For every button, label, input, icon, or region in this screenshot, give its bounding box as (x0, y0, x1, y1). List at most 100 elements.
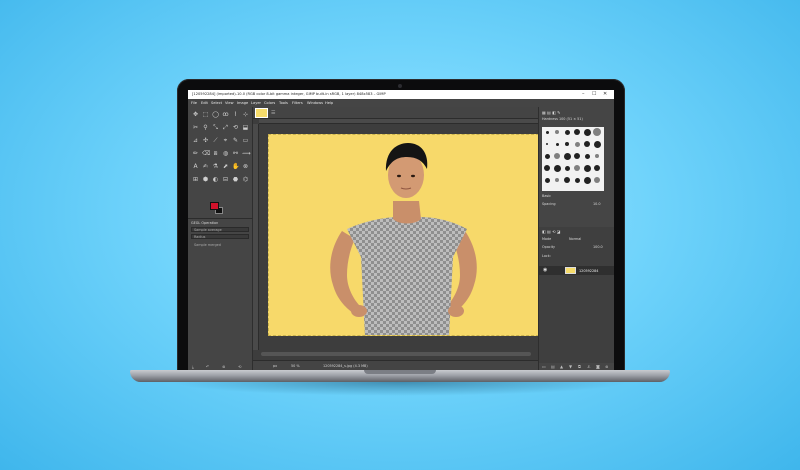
brush-preset-item[interactable] (554, 153, 560, 159)
tool-button[interactable]: ⬈ (222, 163, 229, 170)
duplicate-layer-icon[interactable]: ⧉ (578, 364, 581, 369)
raise-layer-icon[interactable]: ▲ (560, 364, 563, 369)
brush-preset-item[interactable] (594, 177, 600, 183)
tool-button[interactable]: ⊞ (192, 176, 199, 183)
new-layer-icon[interactable]: ▭ (542, 364, 546, 369)
menu-colors[interactable]: Colors (264, 101, 275, 105)
tool-button[interactable]: ⚲ (202, 124, 209, 131)
unit-selector[interactable]: px (273, 364, 277, 368)
brush-preset-item[interactable] (584, 153, 590, 159)
tool-button[interactable]: ⊟ (222, 176, 229, 183)
menu-tools[interactable]: Tools (279, 101, 288, 105)
sample-merged-label[interactable]: Sample merged (194, 243, 221, 247)
delete-layer-icon[interactable]: ⊗ (605, 364, 608, 369)
brush-preset-item[interactable] (593, 140, 601, 148)
menu-filters[interactable]: Filters (292, 101, 303, 105)
brush-preset-item[interactable] (544, 165, 550, 171)
tool-button[interactable]: ✋ (232, 163, 239, 170)
brush-preset-item[interactable] (564, 177, 570, 183)
brush-grid[interactable] (542, 127, 604, 191)
image-tab-thumbnail[interactable] (255, 108, 268, 118)
delete-options-icon[interactable]: ⊗ (222, 364, 225, 369)
tool-button[interactable]: ⚗ (212, 163, 219, 170)
brush-preset-item[interactable] (583, 164, 591, 172)
tool-button[interactable]: ⌇ (232, 111, 239, 118)
tool-button[interactable]: ⤡ (212, 124, 219, 131)
brush-preset-item[interactable] (594, 165, 600, 171)
image-canvas[interactable] (268, 134, 549, 336)
tool-button[interactable]: ⌖ (222, 137, 229, 144)
brush-preset-item[interactable] (593, 128, 601, 136)
maximize-button[interactable]: ☐ (592, 91, 596, 97)
menu-windows[interactable]: Windows (307, 101, 323, 105)
close-button[interactable]: ✕ (603, 91, 607, 97)
brush-preset-item[interactable] (544, 153, 550, 159)
tool-button[interactable]: ⊹ (242, 111, 249, 118)
tool-button[interactable]: A (192, 163, 199, 170)
tool-button[interactable]: ⊿ (192, 137, 199, 144)
tool-button[interactable]: ⟲ (232, 124, 239, 131)
anchor-layer-icon[interactable]: ⚓ (587, 364, 591, 369)
menu-layer[interactable]: Layer (251, 101, 261, 105)
brush-preset-item[interactable] (564, 165, 570, 171)
menu-file[interactable]: File (191, 101, 197, 105)
menu-select[interactable]: Select (211, 101, 222, 105)
tool-button[interactable]: ⟋ (212, 137, 219, 144)
visibility-eye-icon[interactable]: ◉ (543, 267, 547, 273)
brush-preset-item[interactable] (563, 152, 571, 160)
reset-options-icon[interactable]: ⟲ (238, 364, 241, 369)
brush-preset[interactable]: Basic (542, 194, 551, 198)
tool-button[interactable]: ⧈ (212, 150, 219, 157)
brush-preset-item[interactable] (583, 176, 591, 184)
brush-preset-item[interactable] (565, 142, 569, 146)
tool-button[interactable]: ⬚ (202, 111, 209, 118)
brush-preset-item[interactable] (545, 130, 549, 134)
tool-button[interactable]: ⌬ (242, 176, 249, 183)
tool-button[interactable]: ◐ (212, 176, 219, 183)
restore-options-icon[interactable]: ↶ (206, 364, 209, 369)
tool-button[interactable]: ⟿ (242, 150, 251, 157)
brush-preset-item[interactable] (574, 141, 580, 147)
mode-value[interactable]: Normal (569, 237, 581, 241)
tool-button[interactable]: ✥ (192, 111, 199, 118)
tool-button[interactable]: ⌫ (202, 150, 210, 157)
dock-tabs-icons[interactable]: ▦ ▤ ◧ ✎ (542, 110, 561, 115)
brush-preset-item[interactable] (544, 177, 550, 183)
menu-image[interactable]: Image (237, 101, 248, 105)
tool-button[interactable]: ⤢ (222, 124, 229, 131)
brush-preset-item[interactable] (546, 143, 548, 145)
tool-button[interactable]: ✂ (192, 124, 199, 131)
tool-button[interactable]: ꝏ (222, 111, 229, 118)
tool-button[interactable]: ⊗ (242, 163, 249, 170)
tool-button[interactable]: ✣ (202, 137, 209, 144)
brush-preset-item[interactable] (595, 154, 599, 158)
menu-view[interactable]: View (225, 101, 234, 105)
tool-button[interactable]: ✏ (192, 150, 199, 157)
brush-preset-item[interactable] (555, 130, 559, 134)
tool-button[interactable]: ✍ (202, 163, 209, 170)
tool-button[interactable]: ◯ (212, 111, 219, 118)
brush-preset-item[interactable] (574, 177, 580, 183)
menu-edit[interactable]: Edit (201, 101, 208, 105)
layer-row[interactable]: ◉ 120592284 (539, 266, 614, 275)
brush-preset-item[interactable] (583, 128, 591, 136)
horizontal-ruler[interactable] (259, 119, 538, 124)
foreground-color-swatch[interactable] (210, 202, 219, 210)
brush-preset-item[interactable] (584, 141, 590, 147)
brush-preset-item[interactable] (555, 142, 559, 146)
zoom-selector[interactable]: 50 % (291, 364, 300, 368)
mask-layer-icon[interactable]: ◙ (596, 364, 600, 369)
menu-help[interactable]: Help (325, 101, 333, 105)
layers-tabs-icons[interactable]: ◧ ▤ ⟲ ◪ (542, 229, 561, 234)
horizontal-scrollbar[interactable] (261, 352, 531, 356)
tool-button[interactable]: ⬓ (242, 124, 249, 131)
lower-layer-icon[interactable]: ▼ (569, 364, 572, 369)
vertical-ruler[interactable] (253, 124, 259, 350)
layer-name[interactable]: 120592284 (579, 269, 598, 273)
spacing-value[interactable]: 10.0 (593, 202, 601, 206)
brush-preset-item[interactable] (564, 129, 570, 135)
tool-button[interactable]: ⚯ (232, 150, 239, 157)
brush-preset-item[interactable] (555, 178, 559, 182)
tool-button[interactable]: ⬣ (232, 176, 239, 183)
brush-preset-item[interactable] (574, 165, 580, 171)
